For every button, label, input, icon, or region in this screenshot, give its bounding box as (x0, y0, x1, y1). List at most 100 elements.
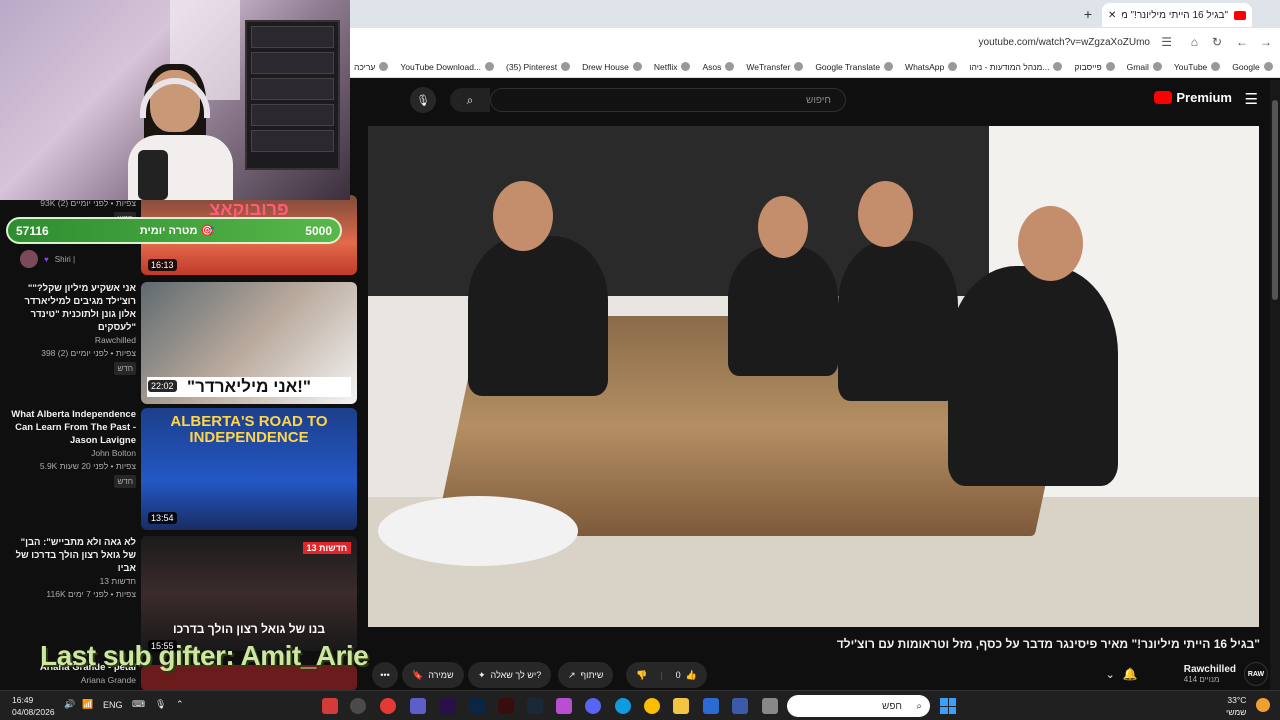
bookmark-item[interactable]: פייסבוק (1074, 62, 1115, 72)
notification-bell-icon[interactable]: 🔔 (1123, 667, 1138, 681)
weather-status: שמשי (1226, 707, 1247, 717)
obs-icon[interactable] (350, 698, 366, 714)
steam-icon[interactable] (527, 698, 543, 714)
edge-icon[interactable] (615, 698, 631, 714)
video-person-2 (728, 246, 838, 376)
search-button[interactable]: ⌕ (450, 88, 490, 112)
search-input[interactable]: חיפוש (490, 88, 846, 112)
scrollbar-thumb[interactable] (1272, 100, 1278, 300)
video-person-3-head (858, 181, 913, 247)
weather-widget[interactable]: 33°C שמשי (1226, 694, 1246, 718)
home-icon[interactable]: ⌂ (1191, 35, 1198, 49)
chrome-icon[interactable] (644, 698, 660, 714)
back-icon[interactable]: ← (1236, 35, 1248, 49)
windows-taskbar: 16:49 04/08/2026 🔊 📶 ENG ⌨ 🎙 ⌃ חפש ⌕ 33°… (0, 690, 1280, 720)
rec-channel[interactable]: Rawchilled (8, 334, 136, 347)
new-badge: חדש (114, 475, 136, 488)
like-icon[interactable]: 👍 (686, 670, 697, 681)
bookmark-item[interactable]: מנהל המודעות - ניהו... (969, 61, 1063, 72)
bookmark-item[interactable]: Asos (702, 62, 735, 72)
bookmark-item[interactable]: YouTube Download... (400, 62, 495, 72)
youtube-premium-logo[interactable]: Premium (1154, 90, 1232, 105)
channel-avatar[interactable]: RAW (1244, 662, 1268, 686)
bookmark-label: מנהל המודעות - ניהו... (969, 61, 1050, 72)
bookmark-item[interactable]: (35) Pinterest (506, 62, 571, 72)
mic-icon[interactable]: 🎙 (155, 699, 166, 710)
rec-views: 116K צפיות • לפני 7 ימים (46, 589, 136, 599)
page-scrollbar[interactable] (1270, 80, 1280, 690)
channel-name[interactable]: Rawchilled (1184, 664, 1236, 675)
forward-icon[interactable]: → (1260, 35, 1272, 49)
rec-views: 5.9K צפיות • לפני 20 שעות (39, 461, 136, 471)
bookmark-label: WhatsApp (905, 61, 945, 72)
rec-channel[interactable]: חדשות 13 (8, 575, 136, 588)
goal-label: מטרה יומית (139, 225, 198, 237)
share-button[interactable]: ↗ שיתוף (558, 662, 614, 688)
start-button-icon[interactable] (940, 698, 956, 714)
language-indicator[interactable]: ENG (103, 700, 123, 710)
rec-title[interactable]: What Alberta Independence Can Learn From… (8, 408, 136, 447)
discord-icon[interactable] (585, 698, 601, 714)
dislike-icon[interactable]: 👎 (636, 670, 647, 681)
webcam-shelf (245, 20, 340, 170)
store-icon[interactable] (732, 698, 748, 714)
bookmark-item[interactable]: Gmail (1127, 62, 1162, 72)
like-dislike-group: 👎 | 0 👍 (626, 662, 707, 688)
bookmark-item[interactable]: Netflix (654, 62, 691, 72)
new-tab-button[interactable]: + (1084, 6, 1092, 22)
bookmark-favicon-icon (725, 62, 735, 71)
photoshop-icon[interactable] (469, 698, 485, 714)
rec-channel[interactable]: John Bolton (8, 447, 136, 460)
mail-icon[interactable] (703, 698, 719, 714)
app-icon[interactable] (380, 698, 396, 714)
video-player[interactable] (368, 126, 1259, 627)
rec-thumbnail[interactable]: חדשות 13 בנו של גואל רצון הולך בדרכו (141, 536, 357, 651)
voice-search-button[interactable]: 🎙 (410, 87, 436, 113)
bookmark-item[interactable]: WhatsApp (905, 61, 958, 72)
bookmark-label: עריכה (354, 61, 376, 72)
browser-tab[interactable]: ✕ "בגיל 16 הייתי מיליונר!" מא (1102, 3, 1252, 27)
keyboard-icon[interactable]: ⌨ (132, 699, 145, 710)
url-field[interactable]: youtube.com/watch?v=wZgzaXoZUmo (979, 37, 1150, 48)
heart-icon: ♥ (44, 254, 49, 264)
ask-button[interactable]: ✦ יש לך שאלה? (468, 662, 552, 688)
share-label: שיתוף (580, 670, 604, 680)
bookmark-item[interactable]: YouTube (1174, 62, 1221, 72)
teams-icon[interactable] (410, 698, 426, 714)
video-actions: ••• 🔖 שמירה ✦ יש לך שאלה? ↗ שיתוף 👎 | 0 👍 ⌄… (368, 662, 1268, 690)
premiere-icon[interactable] (440, 698, 456, 714)
bookmark-favicon-icon (1263, 62, 1273, 71)
more-button[interactable]: ••• (372, 662, 398, 688)
rec-title[interactable]: "אני אשקיע מיליון שקל?" רוצ'ילד מגיבים ל… (8, 282, 136, 334)
search-icon: ⌕ (466, 92, 474, 107)
site-settings-icon[interactable]: ☰ (1161, 35, 1172, 49)
save-button[interactable]: 🔖 שמירה (402, 662, 464, 688)
chevron-down-icon[interactable]: ⌄ (1106, 668, 1115, 681)
app-icon[interactable] (498, 698, 514, 714)
volume-icon[interactable]: 🔊 (64, 699, 75, 710)
bookmark-item[interactable]: Google (1232, 61, 1273, 72)
bookmark-item[interactable]: Google Translate (815, 62, 894, 72)
task-view-icon[interactable] (762, 698, 778, 714)
video-title: "בגיל 16 הייתי מיליונר!" מאיר פיסינגר מד… (836, 637, 1260, 651)
app-icon[interactable] (556, 698, 572, 714)
rec-channel[interactable]: Ariana Grande (8, 674, 136, 687)
goal-label-wrap: מטרה יומית 🎯 (140, 224, 214, 237)
bookmark-label: WeTransfer (746, 61, 791, 72)
video-person-4-head (1018, 206, 1083, 281)
bookmark-label: Google (1232, 61, 1260, 72)
app-icon[interactable] (322, 698, 338, 714)
bookmark-item[interactable]: Drew House (582, 62, 642, 72)
hamburger-menu-icon[interactable]: ☰ (1245, 90, 1258, 108)
rec-title[interactable]: "לא גאה ולא מתבייש": הבן של גואל רצון הו… (8, 536, 136, 575)
bookmark-favicon-icon (1105, 62, 1115, 71)
close-icon[interactable]: ✕ (1108, 10, 1116, 21)
bookmark-item[interactable]: WeTransfer (746, 61, 804, 72)
clock[interactable]: 16:49 04/08/2026 (12, 694, 55, 718)
taskbar-search[interactable]: חפש ⌕ (787, 695, 930, 717)
file-explorer-icon[interactable] (673, 698, 689, 714)
reload-icon[interactable]: ↻ (1212, 35, 1222, 49)
bookmark-item[interactable]: עריכה (354, 61, 389, 72)
network-icon[interactable]: 📶 (82, 699, 93, 710)
chevron-up-icon[interactable]: ⌃ (176, 699, 184, 710)
